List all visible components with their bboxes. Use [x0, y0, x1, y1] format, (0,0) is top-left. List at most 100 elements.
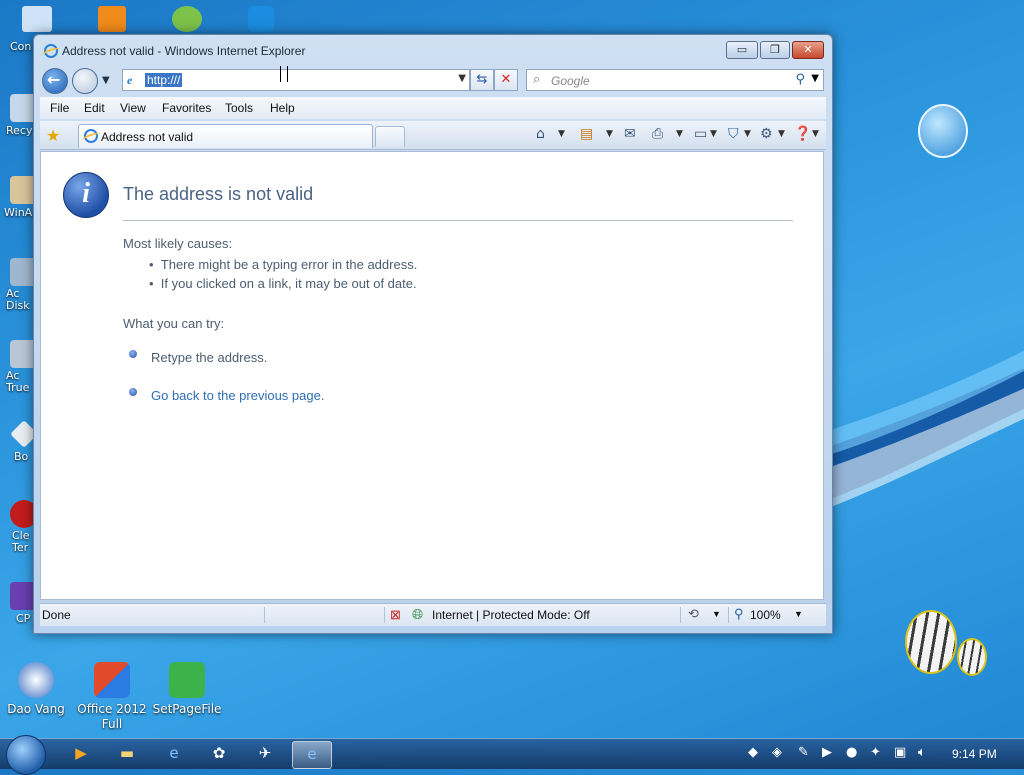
zoom-icon[interactable]: ⚲: [734, 606, 744, 622]
new-tab-button[interactable]: [375, 126, 405, 147]
go-back-link[interactable]: Go back to the previous page.: [151, 388, 324, 403]
desktop-icon-left-4[interactable]: Ac True: [0, 340, 36, 394]
menu-view[interactable]: View: [120, 101, 146, 115]
address-bar[interactable]: e http:/// ▼: [122, 69, 470, 91]
clock[interactable]: 9:14 PM: [952, 747, 997, 761]
window-titlebar[interactable]: Address not valid - Windows Internet Exp…: [34, 35, 832, 65]
cause-item: • If you clicked on a link, it may be ou…: [149, 276, 417, 291]
address-input-value[interactable]: http:///: [145, 73, 183, 87]
office-icon: [94, 662, 130, 698]
causes-label: Most likely causes:: [123, 236, 233, 251]
address-dropdown-icon[interactable]: ▼: [458, 73, 466, 84]
desktop-icon-label: Recy: [6, 124, 33, 137]
feeds-dropdown-icon[interactable]: ▼: [606, 129, 613, 139]
zoom-level[interactable]: 100%: [750, 608, 781, 622]
print-icon[interactable]: ⎙: [652, 126, 663, 142]
search-provider-icon: ⌕: [533, 72, 541, 87]
print-dropdown-icon[interactable]: ▼: [676, 129, 683, 139]
safety-shield-icon[interactable]: ⛉: [728, 126, 739, 142]
desktop-icon-setpagefile[interactable]: SetPageFile: [152, 662, 222, 716]
menu-edit[interactable]: Edit: [84, 101, 105, 115]
divider: [728, 607, 729, 623]
forward-button[interactable]: [72, 68, 98, 94]
desktop-icon-left-1[interactable]: Recy: [0, 94, 36, 137]
tab-address-not-valid[interactable]: Address not valid: [78, 124, 373, 148]
desktop-icon-left-7[interactable]: CP: [0, 582, 36, 625]
page-dropdown-icon[interactable]: ▼: [710, 129, 717, 139]
cause-item: • There might be a typing error in the a…: [149, 257, 418, 272]
taskbar-media-player[interactable]: ▶: [62, 741, 100, 767]
back-button[interactable]: [42, 68, 68, 94]
zoom-dropdown-icon[interactable]: ▼: [794, 609, 803, 619]
mail-icon[interactable]: ✉: [624, 126, 636, 142]
maximize-button[interactable]: ❐: [760, 41, 790, 59]
help-dropdown-icon[interactable]: ▼: [812, 129, 819, 139]
tray-icon-7[interactable]: ▣: [894, 745, 906, 760]
security-zone-text[interactable]: Internet | Protected Mode: Off: [432, 608, 590, 622]
media-player-icon: ▶: [75, 744, 87, 762]
command-bar: ★ Address not valid ⌂ ▼ ▤ ▼ ✉ ⎙ ▼ ▭ ▼ ⛉ …: [40, 121, 826, 150]
desktop-icon-office-2012[interactable]: Office 2012 Full: [77, 662, 147, 732]
volume-muted-icon[interactable]: 🔈︎: [918, 745, 926, 760]
menu-bar: File Edit View Favorites Tools Help: [40, 97, 826, 119]
start-button[interactable]: [6, 735, 46, 775]
protected-mode-dropdown-icon[interactable]: ▼: [712, 609, 721, 619]
desktop-icon-left-3[interactable]: Ac Disk: [0, 258, 36, 312]
search-options-dropdown-icon[interactable]: ▼: [811, 73, 819, 84]
close-icon: ✕: [803, 43, 813, 56]
app-icon: ✈: [258, 744, 272, 762]
recent-pages-dropdown-icon[interactable]: ▼: [102, 75, 110, 86]
tab-ie-icon: [84, 129, 98, 143]
tools-dropdown-icon[interactable]: ▼: [778, 129, 785, 139]
feeds-icon[interactable]: ▤: [580, 126, 593, 142]
tray-icon-2[interactable]: ◈: [772, 745, 782, 760]
desktop-icon-app-green[interactable]: [172, 6, 202, 32]
help-icon[interactable]: ❓: [794, 126, 811, 142]
cause-text: If you clicked on a link, it may be out …: [160, 276, 417, 291]
popup-blocked-icon[interactable]: ⊠: [390, 607, 401, 623]
desktop-icon-label: Cle Ter: [12, 529, 30, 554]
close-button[interactable]: ✕: [792, 41, 824, 59]
search-icon[interactable]: ⚲: [795, 72, 805, 87]
taskbar-ie[interactable]: e: [155, 741, 193, 767]
desktop-icon-label: Office 2012 Full: [77, 702, 147, 731]
refresh-button[interactable]: ⇆: [470, 69, 494, 91]
home-icon[interactable]: ⌂: [536, 126, 545, 142]
taskbar-app-5[interactable]: ✈: [246, 741, 284, 767]
ie-icon: e: [169, 744, 179, 762]
desktop-icon-left-6[interactable]: Cle Ter: [0, 500, 36, 554]
taskbar-ie-active[interactable]: e: [292, 741, 332, 769]
tray-icon-4[interactable]: ▶: [822, 745, 832, 760]
tray-icon-1[interactable]: ◆: [748, 745, 758, 760]
ie-logo-icon: [44, 44, 58, 58]
menu-tools[interactable]: Tools: [225, 101, 253, 115]
desktop-icon-left-5[interactable]: Bo: [0, 420, 36, 463]
search-box[interactable]: ⌕ Google ⚲ ▼: [526, 69, 824, 91]
text-cursor-icon: [280, 66, 288, 82]
tray-icon-5[interactable]: ●: [846, 745, 857, 760]
menu-file[interactable]: File: [50, 101, 69, 115]
taskbar-explorer[interactable]: ▬: [108, 741, 146, 767]
desktop-icon-computer[interactable]: [22, 6, 52, 32]
tools-gear-icon[interactable]: ⚙: [760, 126, 773, 142]
favorites-star-icon[interactable]: ★: [46, 126, 60, 145]
divider: [680, 607, 681, 623]
taskbar-app-4[interactable]: ✿: [200, 741, 238, 767]
desktop-icon-teamviewer[interactable]: [248, 6, 274, 32]
try-label: What you can try:: [123, 316, 225, 331]
protected-mode-icon[interactable]: ⟲: [688, 606, 699, 622]
desktop-icon-left-0[interactable]: Con: [0, 40, 36, 53]
desktop-icon-dao-vang[interactable]: Dao Vang: [1, 662, 71, 716]
desktop-icon-app-orange[interactable]: [98, 6, 126, 32]
menu-help[interactable]: Help: [270, 101, 295, 115]
minimize-button[interactable]: ▭: [726, 41, 758, 59]
home-dropdown-icon[interactable]: ▼: [558, 129, 565, 139]
safety-dropdown-icon[interactable]: ▼: [744, 129, 751, 139]
page-icon[interactable]: ▭: [694, 126, 707, 142]
stop-button[interactable]: ✕: [494, 69, 518, 91]
menu-favorites[interactable]: Favorites: [162, 101, 211, 115]
desktop-icon-left-2[interactable]: WinA: [0, 176, 36, 219]
divider: [123, 220, 793, 221]
tray-icon-6[interactable]: ✦: [870, 745, 881, 760]
tray-icon-3[interactable]: ✎: [798, 745, 809, 760]
